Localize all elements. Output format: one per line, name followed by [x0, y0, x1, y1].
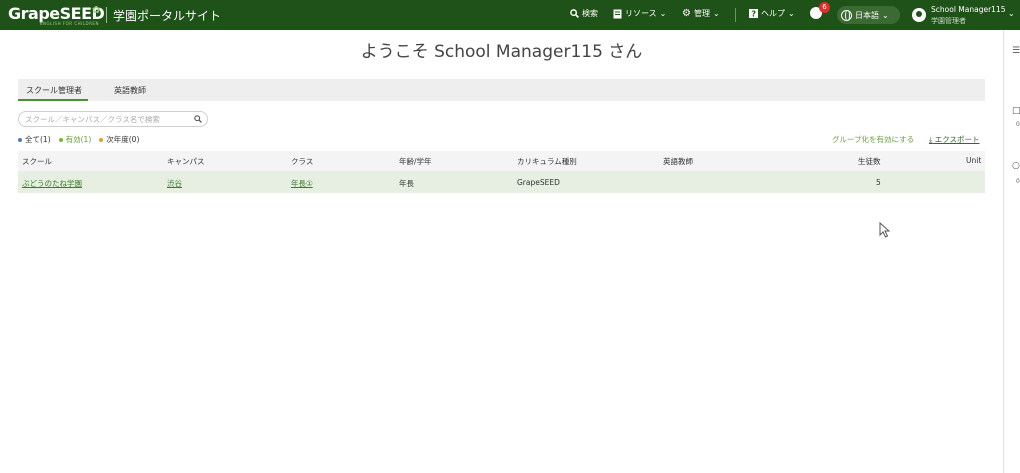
brand-divider [106, 7, 107, 23]
leaf-icon: ✿ [92, 5, 101, 16]
nav-resources[interactable]: リソース ⌄ [613, 8, 666, 19]
user-name[interactable]: School Manager115 [931, 5, 1005, 14]
chevron-down-icon: ⌄ [882, 10, 889, 20]
curriculum-cell: GrapeSEED [517, 178, 560, 187]
filter-active-label: 有効(1) [65, 135, 92, 144]
filter-all-label: 全て(1) [25, 135, 51, 144]
search-icon [570, 9, 579, 18]
notification-count-badge: 6 [819, 2, 830, 13]
nav-search-label: 検索 [582, 9, 598, 18]
chevron-down-icon[interactable]: ⌄ [1008, 9, 1015, 18]
nav-divider [735, 8, 736, 22]
filter-active[interactable]: 有効(1) [58, 134, 92, 145]
status-filters: 全て(1) 有効(1) 次年度(0) [18, 134, 139, 145]
chevron-down-icon: ⌄ [659, 9, 667, 18]
filter-next-year-label: 次年度(0) [106, 135, 140, 144]
chevron-down-icon: ⌄ [712, 9, 720, 18]
nav-admin-label: 管理 [693, 9, 710, 18]
col-students[interactable]: 生徒数 [858, 156, 881, 167]
col-age[interactable]: 年齢/学年 [399, 156, 432, 167]
user-avatar-icon[interactable] [912, 8, 926, 22]
nav-help-label: ヘルプ [761, 9, 785, 18]
chat-icon[interactable]: ○ [1012, 161, 1020, 171]
role-tabs: スクール管理者 英語教師 [18, 79, 985, 101]
tab-english-teacher[interactable]: 英語教師 [114, 85, 146, 96]
filter-dot [99, 137, 104, 142]
nav-help[interactable]: ? ヘルプ ⌄ [749, 8, 795, 19]
active-tab-indicator [18, 99, 88, 101]
filter-next-year[interactable]: 次年度(0) [99, 134, 139, 145]
mouse-cursor-icon [879, 222, 891, 238]
svg-text:?: ? [751, 10, 756, 19]
export-link[interactable]: ⤓ エクスポート [929, 134, 980, 145]
search-icon[interactable] [194, 115, 202, 123]
table-header: スクール キャンパス クラス 年齢/学年 カリキュラム種別 英語教師 生徒数 U… [18, 151, 985, 171]
class-link[interactable]: 年長① [291, 178, 313, 189]
col-teacher[interactable]: 英語教師 [663, 156, 693, 167]
book-icon [613, 9, 622, 18]
students-cell: 5 [876, 178, 881, 187]
right-side-rail: ☰ □ 0 ○ 0 [1003, 30, 1020, 473]
campus-link[interactable]: 渋谷 [167, 178, 182, 189]
language-label: 日本語 [855, 10, 879, 20]
col-school[interactable]: スクール [22, 156, 52, 167]
filter-dot [58, 137, 63, 142]
chevron-down-icon: ⌄ [788, 9, 795, 18]
filter-dot [18, 137, 22, 142]
nav-resources-label: リソース [625, 9, 657, 18]
globe-icon [841, 9, 852, 21]
portal-title: 学園ポータルサイト [113, 9, 222, 23]
logo-tagline: ENGLISH FOR CHILDREN [40, 21, 99, 26]
nav-search[interactable]: 検索 [570, 8, 598, 19]
welcome-heading: ようこそ School Manager115 さん [360, 42, 643, 62]
table-row: ぶどうのたね学園 渋谷 年長① 年長 GrapeSEED 5 [18, 171, 985, 193]
download-icon: ⤓ [929, 135, 933, 144]
school-search-input[interactable] [25, 114, 190, 125]
language-selector[interactable]: 日本語 ⌄ [837, 6, 900, 24]
nav-admin[interactable]: ⚙ 管理 ⌄ [682, 8, 720, 19]
calendar-icon[interactable]: □ [1012, 106, 1020, 116]
col-curriculum[interactable]: カリキュラム種別 [517, 156, 577, 167]
col-campus[interactable]: キャンパス [167, 156, 205, 167]
enable-grouping-link[interactable]: グループ化を有効にする [832, 134, 914, 145]
tab-school-manager[interactable]: スクール管理者 [26, 85, 82, 96]
help-icon: ? [749, 9, 758, 18]
col-unit[interactable]: Unit [966, 156, 981, 165]
col-class[interactable]: クラス [291, 156, 313, 167]
filter-all[interactable]: 全て(1) [18, 134, 51, 145]
gear-icon: ⚙ [682, 7, 691, 19]
age-cell: 年長 [399, 179, 414, 188]
rail-count: 0 [1016, 178, 1020, 185]
rail-count: 0 [1016, 121, 1020, 128]
school-search-box [18, 111, 208, 127]
top-header: GrapeSEED ✿ ENGLISH FOR CHILDREN 学園ポータルサ… [0, 0, 1020, 30]
user-role: 学園管理者 [931, 17, 966, 25]
export-label: エクスポート [934, 135, 980, 144]
school-link[interactable]: ぶどうのたね学園 [22, 178, 82, 189]
menu-icon[interactable]: ☰ [1012, 46, 1020, 56]
